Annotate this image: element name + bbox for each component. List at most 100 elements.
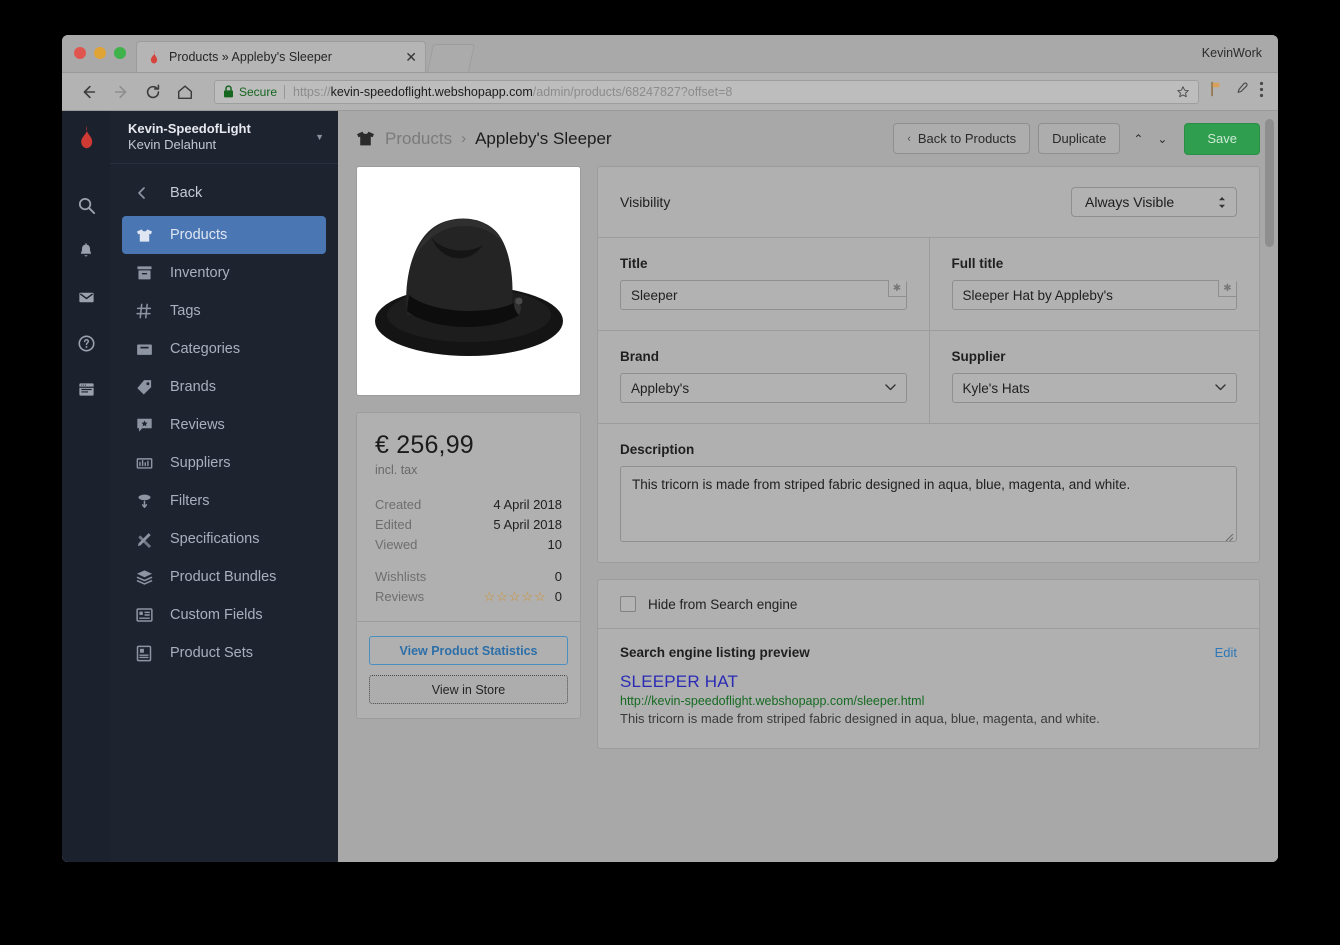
layers-icon [136, 569, 158, 585]
stat-value: 0 [554, 569, 562, 584]
supplier-label: Supplier [951, 349, 1006, 364]
comment-star-icon [136, 417, 158, 433]
close-window-button[interactable] [74, 47, 86, 59]
sidebar-item-label: Tags [170, 303, 201, 319]
envelope-icon[interactable] [63, 274, 109, 320]
brand-field-group: Brand Appleby's [598, 331, 929, 423]
fulltitle-label: Full title [951, 256, 1004, 271]
forward-navigation-icon[interactable] [108, 79, 134, 105]
extension-flag-icon[interactable] [1209, 81, 1224, 102]
next-product-icon[interactable]: ⌄ [1150, 124, 1174, 154]
account-switcher[interactable]: Kevin-SpeedofLight Kevin Delahunt ▼ [110, 111, 338, 164]
seo-listing-url: http://kevin-speedoflight.webshopapp.com… [620, 694, 925, 708]
flame-favicon-icon [150, 50, 158, 64]
maximize-window-button[interactable] [114, 47, 126, 59]
sidebar-item-reviews[interactable]: Reviews [122, 406, 326, 444]
duplicate-button[interactable]: Duplicate [1038, 123, 1121, 154]
breadcrumb-root-link[interactable]: Products [385, 129, 452, 149]
extension-eyedropper-icon[interactable] [1234, 81, 1249, 102]
view-product-statistics-button[interactable]: View Product Statistics [369, 636, 568, 665]
sidebar-back-label: Back [170, 185, 203, 201]
sidebar-item-suppliers[interactable]: Suppliers [122, 444, 326, 482]
scrollbar-thumb[interactable] [1265, 119, 1274, 247]
browser-menu-icon[interactable] [1259, 81, 1264, 103]
breadcrumb: Products › Appleby's Sleeper [356, 129, 885, 149]
minimize-window-button[interactable] [94, 47, 106, 59]
browser-window-icon[interactable] [63, 366, 109, 412]
window-controls[interactable] [74, 47, 126, 59]
flame-logo-icon[interactable] [75, 125, 97, 156]
stat-value: 5 April 2018 [493, 517, 562, 532]
seo-preview: Search engine listing preview Edit SLEEP… [598, 629, 1259, 748]
visibility-label: Visibility [620, 194, 671, 210]
seo-edit-link[interactable]: Edit [1215, 645, 1237, 660]
supplier-select[interactable]: Kyle's Hats [951, 373, 1237, 403]
bookmark-star-icon[interactable] [1176, 85, 1190, 99]
tshirt-icon [356, 130, 375, 147]
title-label: Title [620, 256, 648, 271]
sidebar-item-categories[interactable]: Categories [122, 330, 326, 368]
sidebar-item-brands[interactable]: Brands [122, 368, 326, 406]
fulltitle-input[interactable]: Sleeper Hat by Appleby's ✱ [951, 280, 1237, 310]
supplier-field-group: Supplier Kyle's Hats [928, 331, 1260, 423]
stat-value: 4 April 2018 [493, 497, 562, 512]
help-circle-icon[interactable] [63, 320, 109, 366]
bell-icon[interactable] [63, 228, 109, 274]
seo-listing-title[interactable]: SLEEPER HAT [620, 672, 1237, 692]
chevron-down-icon[interactable]: ▼ [315, 132, 324, 142]
title-input[interactable]: Sleeper ✱ [620, 280, 907, 310]
new-tab-button[interactable] [427, 44, 475, 72]
back-to-products-button[interactable]: ‹ Back to Products [893, 123, 1031, 154]
description-value: This tricorn is made from striped fabric… [632, 477, 1131, 492]
stat-row: Viewed 10 [375, 535, 562, 555]
note-icon [136, 645, 158, 662]
main-content: Products › Appleby's Sleeper ‹ Back to P… [338, 111, 1278, 862]
rating-stars: ☆☆☆☆☆ [483, 589, 547, 604]
search-icon[interactable] [63, 182, 109, 228]
view-in-store-button[interactable]: View in Store [369, 675, 568, 704]
product-info-card: € 256,99 incl. tax Created 4 April 2018 … [356, 412, 581, 719]
visibility-select[interactable]: Always Visible [1071, 187, 1237, 217]
save-button[interactable]: Save [1184, 122, 1260, 155]
stat-label: Created [375, 497, 422, 512]
address-bar[interactable]: Secure https://kevin-speedoflight.websho… [214, 79, 1199, 104]
shop-name: Kevin-SpeedofLight [128, 120, 251, 136]
home-icon[interactable] [172, 79, 198, 105]
hide-from-search-row[interactable]: Hide from Search engine [598, 580, 1259, 629]
description-textarea[interactable]: This tricorn is made from striped fabric… [620, 466, 1237, 542]
sidebar-item-product-bundles[interactable]: Product Bundles [122, 558, 326, 596]
page-scrollbar[interactable] [1265, 119, 1274, 862]
product-image[interactable] [356, 166, 581, 396]
toolbar-extensions [1205, 81, 1264, 103]
sidebar-item-specifications[interactable]: Specifications [122, 520, 326, 558]
filter-icon [136, 493, 158, 509]
product-card-actions: View Product Statistics View in Store [357, 621, 580, 718]
visibility-value: Always Visible [1085, 194, 1175, 210]
sidebar-item-label: Specifications [170, 531, 260, 547]
resize-grip-icon[interactable] [1224, 529, 1234, 542]
chevron-left-icon: ‹ [907, 132, 911, 145]
browser-tab[interactable]: Products » Appleby's Sleeper ✕ [136, 41, 426, 72]
fulltitle-field-group: Full title Sleeper Hat by Appleby's ✱ [928, 238, 1260, 330]
tab-close-icon[interactable]: ✕ [405, 50, 417, 64]
reload-icon[interactable] [140, 79, 166, 105]
record-stepper: ⌃ ⌄ [1126, 124, 1174, 154]
content-panes: € 256,99 incl. tax Created 4 April 2018 … [338, 166, 1278, 749]
application: Kevin-SpeedofLight Kevin Delahunt ▼ Back [62, 111, 1278, 862]
back-navigation-icon[interactable] [76, 79, 102, 105]
sidebar-item-products[interactable]: Products [122, 216, 326, 254]
sidebar-item-label: Brands [170, 379, 216, 395]
sidebar-item-filters[interactable]: Filters [122, 482, 326, 520]
sidebar-back-button[interactable]: Back [122, 174, 326, 212]
sidebar-item-product-sets[interactable]: Product Sets [122, 634, 326, 672]
sidebar: Kevin-SpeedofLight Kevin Delahunt ▼ Back [110, 111, 338, 862]
brand-label: Brand [620, 349, 660, 364]
hide-from-search-checkbox[interactable] [620, 596, 636, 612]
browser-toolbar: Secure https://kevin-speedoflight.websho… [62, 73, 1278, 111]
sidebar-item-inventory[interactable]: Inventory [122, 254, 326, 292]
sidebar-item-tags[interactable]: Tags [122, 292, 326, 330]
previous-product-icon[interactable]: ⌃ [1126, 124, 1150, 154]
sidebar-item-custom-fields[interactable]: Custom Fields [122, 596, 326, 634]
brand-select[interactable]: Appleby's [620, 373, 907, 403]
stat-row: Created 4 April 2018 [375, 495, 562, 515]
